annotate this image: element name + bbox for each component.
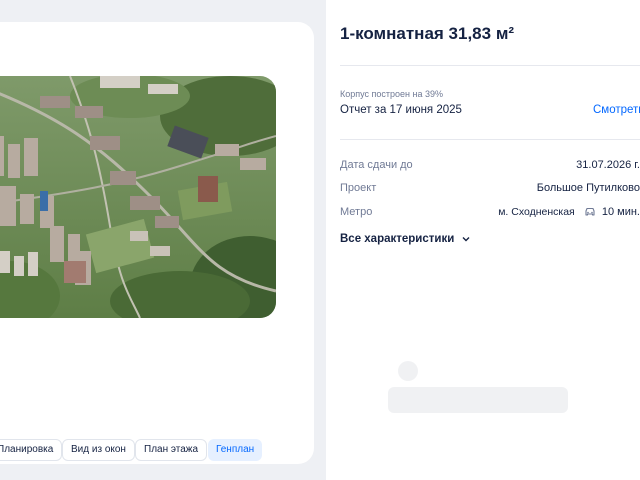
gallery-card: Планировка Вид из окон План этажа Генпла… (0, 22, 314, 464)
project-link[interactable]: Большое Путилково (537, 182, 640, 194)
brand-watermark-icon (378, 345, 578, 430)
divider (340, 139, 640, 140)
listing-details: 1-комнатная 31,83 м² Корпус построен на … (326, 0, 640, 480)
view-report-link[interactable]: Смотреть (593, 104, 640, 116)
char-row-deadline: Дата сдачи до 31.07.2026 г. (340, 159, 640, 175)
construction-report: Отчет за 17 июня 2025 (340, 104, 462, 116)
chevron-down-icon (462, 233, 470, 245)
char-row-project: Проект Большое Путилково (340, 182, 640, 198)
complex-aerial-image[interactable] (0, 76, 276, 318)
metro-info: м. Сходненская 10 мин. (498, 206, 640, 220)
char-value: 31.07.2026 г. (576, 159, 640, 171)
all-characteristics-button[interactable]: Все характеристики (340, 233, 470, 245)
tab-layout[interactable]: Планировка (0, 439, 63, 461)
metro-travel-time: 10 мин. (601, 206, 640, 218)
metro-station: м. Сходненская (498, 206, 575, 218)
char-key: Проект (340, 182, 377, 194)
all-characteristics-label: Все характеристики (340, 233, 455, 245)
listing-title: 1-комнатная 31,83 м² (340, 24, 515, 43)
construction-progress: Корпус построен на 39% (340, 89, 444, 99)
char-row-metro: Метро м. Сходненская 10 мин. (340, 206, 640, 222)
char-key: Дата сдачи до (340, 159, 413, 171)
aerial-image-illustration (0, 76, 276, 318)
divider (340, 65, 640, 66)
tab-window-view[interactable]: Вид из окон (62, 439, 135, 461)
tab-floor-plan[interactable]: План этажа (135, 439, 208, 461)
tab-master-plan[interactable]: Генплан (208, 439, 263, 461)
car-icon (584, 207, 596, 220)
char-key: Метро (340, 206, 373, 218)
